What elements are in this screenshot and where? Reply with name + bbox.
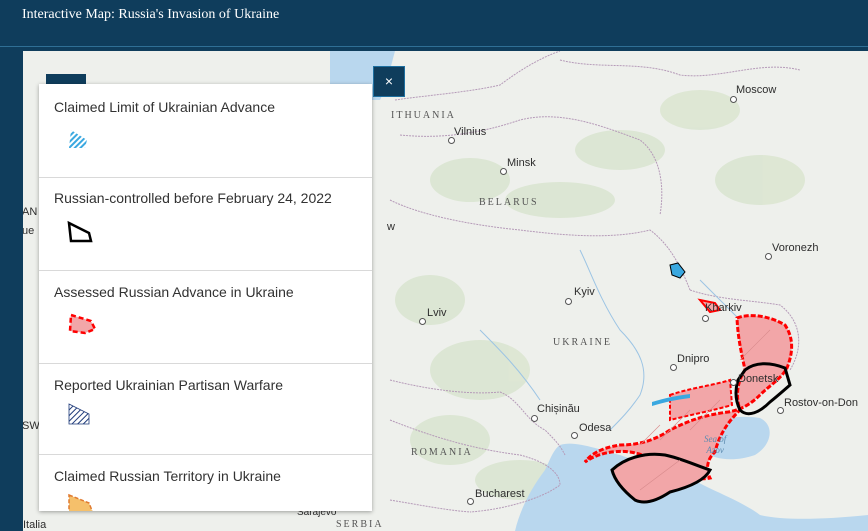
- blue-hatch-swatch-icon: [69, 130, 87, 148]
- city-label-dnipro: Dnipro: [677, 353, 710, 365]
- city-label-vilnius: Vilnius: [454, 126, 487, 138]
- city-label-rostov: Rostov-on-Don: [784, 397, 858, 409]
- sea-label-azov-line1: Sea of: [704, 434, 727, 444]
- black-outline-swatch-icon: [67, 220, 93, 243]
- city-label-odesa: Odesa: [579, 422, 612, 434]
- city-marker-minsk: [500, 168, 507, 175]
- city-label-moscow: Moscow: [736, 84, 777, 96]
- region-label-lithuania: ITHUANIA: [391, 110, 456, 121]
- city-marker-voronezh: [765, 253, 772, 260]
- region-label-serbia: SERBIA: [336, 519, 384, 530]
- legend-item-label: Reported Ukrainian Partisan Warfare: [54, 377, 284, 393]
- navy-hatch-swatch-icon: [68, 403, 90, 425]
- city-label-bucharest: Bucharest: [475, 488, 525, 500]
- city-marker-kyiv: [565, 298, 572, 305]
- city-label-lviv: Lviv: [427, 307, 447, 319]
- legend-item: Russian-controlled before February 24, 2…: [39, 178, 372, 271]
- city-marker-rostov: [777, 407, 784, 414]
- red-fill-swatch-icon: [68, 313, 97, 335]
- legend-item-label: Claimed Russian Territory in Ukraine: [54, 468, 281, 484]
- legend-item: Reported Ukrainian Partisan Warfare: [39, 364, 372, 455]
- top-bar: Interactive Map: Russia's Invasion of Uk…: [0, 0, 868, 47]
- city-marker-moscow: [730, 96, 737, 103]
- legend-item: Assessed Russian Advance in Ukraine: [39, 271, 372, 364]
- city-marker-chisinau: [531, 415, 538, 422]
- city-marker-dnipro: [670, 364, 677, 371]
- city-label-kharkiv: Kharkiv: [705, 302, 742, 314]
- legend-panel: Claimed Limit of Ukrainian Advance Russi…: [39, 84, 372, 511]
- city-label-donetsk: Donetsk: [738, 373, 779, 385]
- city-label-chisinau: Chișinău: [537, 403, 580, 415]
- legend-item: Claimed Limit of Ukrainian Advance: [39, 84, 372, 178]
- city-marker-odesa: [571, 432, 578, 439]
- city-marker-vilnius: [448, 137, 455, 144]
- city-marker-kharkiv: [702, 315, 709, 322]
- edge-label-4: Italia: [23, 519, 47, 531]
- city-label-minsk: Minsk: [507, 157, 536, 169]
- region-label-romania: ROMANIA: [411, 447, 473, 458]
- region-label-ukraine: UKRAINE: [553, 337, 612, 348]
- sea-label-azov: Sea of Azov: [704, 434, 726, 456]
- city-marker-bucharest: [467, 498, 474, 505]
- edge-label-3: SW: [23, 420, 40, 432]
- sea-label-azov-line2: Azov: [706, 445, 724, 455]
- city-marker-donetsk: [730, 379, 737, 386]
- legend-item-label: Assessed Russian Advance in Ukraine: [54, 284, 294, 300]
- region-label-belarus: BELARUS: [479, 197, 539, 208]
- edge-label-1: AN: [23, 206, 38, 218]
- orange-fill-swatch-icon: [68, 493, 94, 511]
- legend-item: Claimed Russian Territory in Ukraine: [39, 455, 372, 511]
- page-title: Interactive Map: Russia's Invasion of Uk…: [22, 7, 280, 22]
- city-marker-lviv: [419, 318, 426, 325]
- legend-item-label: Claimed Limit of Ukrainian Advance: [54, 99, 275, 115]
- edge-label-5: w: [387, 221, 395, 233]
- city-label-kyiv: Kyiv: [574, 286, 595, 298]
- edge-label-2: ue: [23, 225, 35, 237]
- legend-item-label: Russian-controlled before February 24, 2…: [54, 190, 332, 206]
- city-label-voronezh: Voronezh: [772, 242, 819, 254]
- close-legend-button[interactable]: ×: [373, 66, 405, 97]
